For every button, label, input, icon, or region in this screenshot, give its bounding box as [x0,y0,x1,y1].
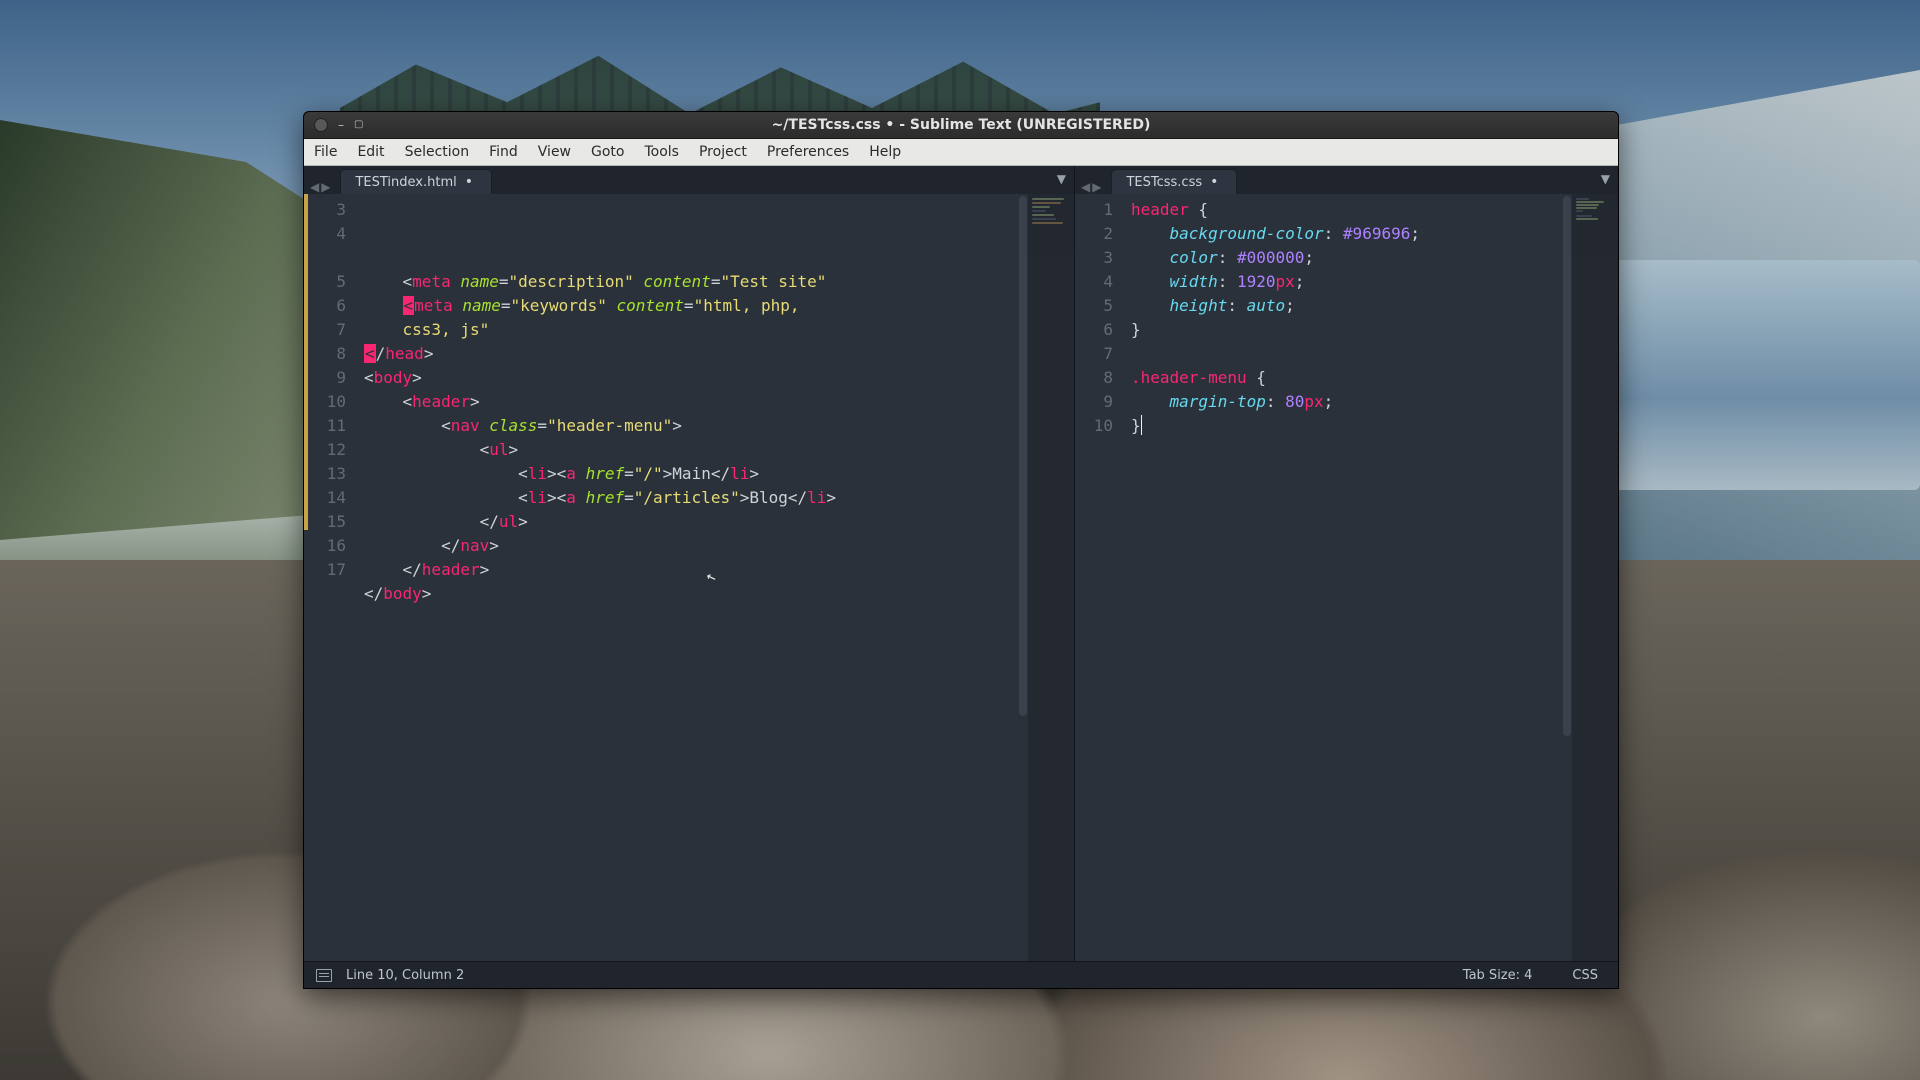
line-number: 16 [308,534,356,558]
nav-back-icon[interactable]: ◀ [1081,180,1090,194]
code-line[interactable]: </head> [364,342,1024,366]
line-number: 2 [1075,222,1123,246]
minimize-icon[interactable]: – [338,119,344,131]
line-number: 17 [308,558,356,582]
code-line[interactable]: <ul> [364,438,1024,462]
menu-view[interactable]: View [528,139,581,165]
tab-dropdown-icon[interactable]: ▼ [1057,172,1066,186]
minimap[interactable] [1572,194,1618,961]
tab-label: TESTcss.css [1126,175,1202,190]
menu-find[interactable]: Find [479,139,528,165]
menu-preferences[interactable]: Preferences [757,139,859,165]
code-line[interactable]: } [1131,318,1618,342]
code-line[interactable]: <li><a href="/">Main</li> [364,462,1024,486]
menu-selection[interactable]: Selection [395,139,480,165]
line-number: 5 [1075,294,1123,318]
menu-tools[interactable]: Tools [634,139,689,165]
line-number: 8 [1075,366,1123,390]
line-number: 9 [308,366,356,390]
line-number: 5 [308,270,356,294]
code-line[interactable]: background-color: #969696; [1131,222,1618,246]
menu-help[interactable]: Help [859,139,911,165]
code-line[interactable]: height: auto; [1131,294,1618,318]
code-line[interactable]: <header> [364,390,1024,414]
menu-file[interactable]: File [304,139,347,165]
code-line[interactable]: header { [1131,198,1618,222]
line-number: 6 [1075,318,1123,342]
line-number: 11 [308,414,356,438]
tab-dropdown-icon[interactable]: ▼ [1601,172,1610,186]
code-line[interactable]: </body> [364,582,1024,606]
window-title: ~/TESTcss.css • - Sublime Text (UNREGIST… [304,117,1618,133]
editor-pane-right[interactable]: 12345678910 header { background-color: #… [1075,194,1618,961]
line-number: 10 [308,390,356,414]
code-line[interactable]: .header-menu { [1131,366,1618,390]
tab-label: TESTindex.html [355,175,456,190]
syntax-mode[interactable]: CSS [1572,968,1598,983]
text-caret [1141,415,1142,435]
line-number: 4 [308,222,356,246]
line-number [308,246,356,270]
line-gutter[interactable]: 34 567891011121314151617 [308,194,356,961]
tab-bars: ◀ ▶ TESTindex.html ▼ ◀ ▶ TESTcss.css ▼ [304,166,1618,194]
code-line[interactable]: margin-top: 80px; [1131,390,1618,414]
code-line[interactable]: color: #000000; [1131,246,1618,270]
line-number: 12 [308,438,356,462]
code-line[interactable]: <meta name="description" content="Test s… [364,270,1024,294]
code-line[interactable]: <meta name="keywords" content="html, php… [364,294,1024,318]
nav-back-icon[interactable]: ◀ [310,180,319,194]
line-number: 10 [1075,414,1123,438]
line-number: 15 [308,510,356,534]
menu-edit[interactable]: Edit [347,139,394,165]
line-number: 7 [308,318,356,342]
code-line[interactable]: width: 1920px; [1131,270,1618,294]
line-number: 4 [1075,270,1123,294]
titlebar[interactable]: – ▢ ~/TESTcss.css • - Sublime Text (UNRE… [304,112,1618,139]
code-line[interactable]: </nav> [364,534,1024,558]
menu-project[interactable]: Project [689,139,757,165]
sublime-window: – ▢ ~/TESTcss.css • - Sublime Text (UNRE… [303,111,1619,989]
code-line[interactable]: <body> [364,366,1024,390]
line-number: 1 [1075,198,1123,222]
line-number: 13 [308,462,356,486]
code-line[interactable]: css3, js" [364,318,1024,342]
nav-fwd-icon[interactable]: ▶ [1092,180,1101,194]
close-icon[interactable] [314,118,328,132]
maximize-icon[interactable]: ▢ [354,120,363,130]
menubar: FileEditSelectionFindViewGotoToolsProjec… [304,139,1618,166]
scrollbar[interactable] [1562,194,1572,961]
nav-fwd-icon[interactable]: ▶ [321,180,330,194]
code-line[interactable]: } [1131,414,1618,438]
scrollbar[interactable] [1018,194,1028,961]
code-line[interactable]: </header> [364,558,1024,582]
tabgroup-left: ◀ ▶ TESTindex.html ▼ [304,166,1075,194]
editor-pane-left[interactable]: 34 567891011121314151617 ↖ <meta name="de… [304,194,1075,961]
code-line[interactable] [364,630,1024,654]
code-line[interactable] [1131,342,1618,366]
code-line[interactable]: <li><a href="/articles">Blog</li> [364,486,1024,510]
code-area-right[interactable]: header { background-color: #969696; colo… [1123,194,1618,961]
line-number: 9 [1075,390,1123,414]
line-number: 14 [308,486,356,510]
cursor-position[interactable]: Line 10, Column 2 [346,968,464,983]
tabgroup-right: ◀ ▶ TESTcss.css ▼ [1075,166,1618,194]
code-line[interactable] [364,606,1024,630]
line-number: 8 [308,342,356,366]
line-number: 3 [1075,246,1123,270]
line-gutter[interactable]: 12345678910 [1075,194,1123,961]
code-area-left[interactable]: ↖ <meta name="description" content="Test… [356,194,1074,961]
code-line[interactable]: </ul> [364,510,1024,534]
tab-testcss[interactable]: TESTcss.css [1111,169,1237,194]
minimap[interactable] [1028,194,1074,961]
code-line[interactable]: <nav class="header-menu"> [364,414,1024,438]
statusbar: Line 10, Column 2 Tab Size: 4 CSS [304,961,1618,988]
tab-testindex[interactable]: TESTindex.html [340,169,492,194]
menu-goto[interactable]: Goto [581,139,634,165]
panel-switch-icon[interactable] [316,969,332,982]
tab-size[interactable]: Tab Size: 4 [1463,968,1533,983]
line-number: 3 [308,198,356,222]
editor-panes: 34567891011121314151617 ↖ <meta name="de… [304,194,1618,961]
line-number: 7 [1075,342,1123,366]
line-number: 6 [308,294,356,318]
